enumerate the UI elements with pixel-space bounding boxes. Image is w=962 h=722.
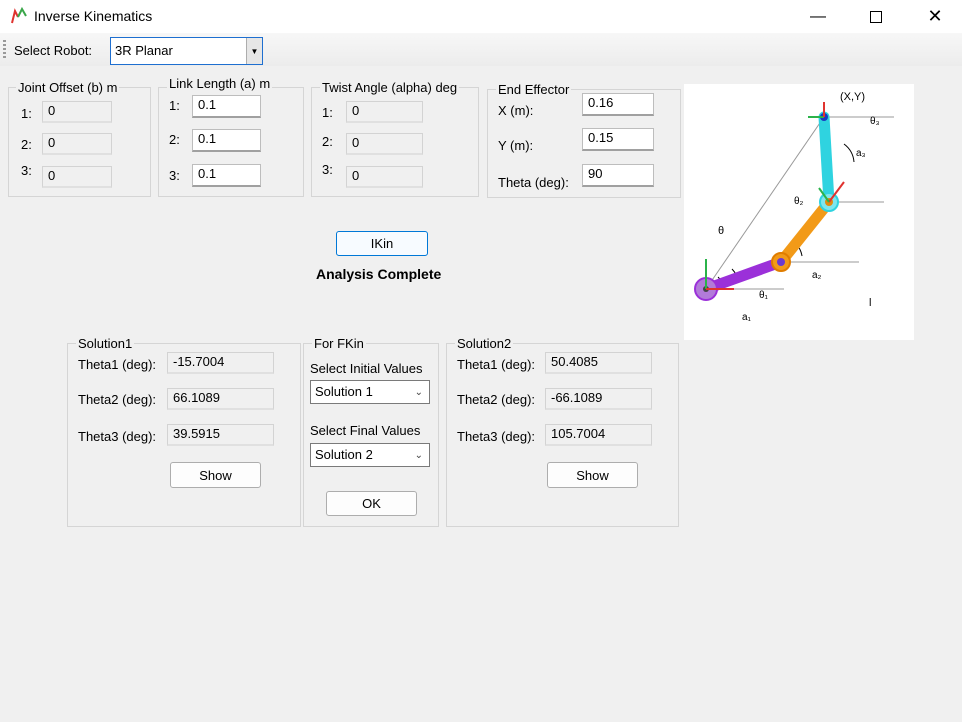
twist-angle-index-2: 2: <box>322 134 333 149</box>
chevron-down-icon[interactable]: ▼ <box>246 38 262 64</box>
end-effector-y-label: Y (m): <box>498 138 534 153</box>
select-robot-label: Select Robot: <box>14 43 93 58</box>
joint-offset-index-1: 1: <box>21 106 32 121</box>
robot-select[interactable]: 3R Planar ▼ <box>110 37 263 65</box>
a3-label: a₃ <box>856 148 866 159</box>
analysis-status: Analysis Complete <box>316 266 442 282</box>
minimize-button[interactable]: — <box>795 0 841 33</box>
twist-angle-field-3: 0 <box>346 166 423 188</box>
twist-angle-field-2: 0 <box>346 133 423 155</box>
minimize-icon: — <box>810 7 826 25</box>
solution2-theta1-field: 50.4085 <box>545 352 652 374</box>
twist-angle-index-3: 3: <box>322 162 333 177</box>
link-length-input-3[interactable]: 0.1 <box>192 164 261 187</box>
link-length-index-2: 2: <box>169 132 180 147</box>
xy-label: (X,Y) <box>840 91 865 103</box>
solution1-show-button[interactable]: Show <box>170 462 261 488</box>
end-effector-y-input[interactable]: 0.15 <box>582 128 654 151</box>
solution2-theta2-label: Theta2 (deg): <box>457 392 536 407</box>
theta-label: θ <box>718 225 724 237</box>
joint-2-pin <box>777 258 785 266</box>
solution2-theta2-field: -66.1089 <box>545 388 652 410</box>
app-icon <box>11 7 27 24</box>
theta3-label: θ₃ <box>870 116 880 127</box>
fkin-ok-button[interactable]: OK <box>326 491 417 516</box>
link-length-index-1: 1: <box>169 98 180 113</box>
twist-angle-index-1: 1: <box>322 105 333 120</box>
fkin-initial-select[interactable]: Solution 1 ⌄ <box>310 380 430 404</box>
solution2-theta3-field: 105.7004 <box>545 424 652 446</box>
end-effector-title: End Effector <box>496 82 572 97</box>
solution2-theta1-label: Theta1 (deg): <box>457 357 536 372</box>
solution2-show-button[interactable]: Show <box>547 462 638 488</box>
joint-offset-field-3: 0 <box>42 166 112 188</box>
fkin-final-value: Solution 2 <box>315 447 373 462</box>
maximize-icon <box>870 10 882 23</box>
window-title: Inverse Kinematics <box>34 8 153 24</box>
robot-diagram: (X,Y) θ θ₁ θ₂ θ₃ a₁ a₂ a₃ l <box>684 84 914 340</box>
close-button[interactable]: ✕ <box>912 0 958 33</box>
joint-offset-field-1: 0 <box>42 101 112 123</box>
ikin-button[interactable]: IKin <box>336 231 428 256</box>
joint-offset-title: Joint Offset (b) m <box>16 80 120 95</box>
robot-select-value: 3R Planar <box>115 43 173 58</box>
a2-label: a₂ <box>812 270 822 281</box>
toolbar-grip[interactable] <box>3 40 6 58</box>
fkin-title: For FKin <box>312 336 366 351</box>
solution2-theta3-label: Theta3 (deg): <box>457 429 536 444</box>
chevron-down-icon: ⌄ <box>414 450 423 461</box>
twist-angle-title: Twist Angle (alpha) deg <box>320 80 460 95</box>
link3 <box>818 111 835 208</box>
joint-offset-field-2: 0 <box>42 133 112 155</box>
solution1-theta1-field: -15.7004 <box>167 352 274 374</box>
end-effector-x-input[interactable]: 0.16 <box>582 93 654 116</box>
link-length-title: Link Length (a) m <box>167 76 273 91</box>
solution1-theta2-label: Theta2 (deg): <box>78 392 157 407</box>
solution1-title: Solution1 <box>76 336 135 351</box>
joint-offset-index-2: 2: <box>21 137 32 152</box>
theta1-label: θ₁ <box>759 290 769 301</box>
theta2-label: θ₂ <box>794 196 804 207</box>
l-label: l <box>869 297 871 309</box>
solution1-theta1-label: Theta1 (deg): <box>78 357 157 372</box>
joint-offset-index-3: 3: <box>21 163 32 178</box>
end-effector-theta-label: Theta (deg): <box>498 175 569 190</box>
fkin-final-label: Select Final Values <box>310 423 421 438</box>
end-effector-x-label: X (m): <box>498 103 534 118</box>
fkin-final-select[interactable]: Solution 2 ⌄ <box>310 443 430 467</box>
solution1-theta2-field: 66.1089 <box>167 388 274 410</box>
fkin-initial-label: Select Initial Values <box>310 361 423 376</box>
link-length-input-1[interactable]: 0.1 <box>192 95 261 118</box>
solution2-title: Solution2 <box>455 336 514 351</box>
maximize-button[interactable] <box>853 0 899 33</box>
twist-angle-field-1: 0 <box>346 101 423 123</box>
chevron-down-icon: ⌄ <box>414 387 423 398</box>
end-effector-theta-input[interactable]: 90 <box>582 164 654 187</box>
a1-label: a₁ <box>742 312 752 323</box>
close-icon: ✕ <box>927 6 943 26</box>
solution1-theta3-label: Theta3 (deg): <box>78 429 157 444</box>
link-length-index-3: 3: <box>169 168 180 183</box>
solution1-theta3-field: 39.5915 <box>167 424 274 446</box>
fkin-initial-value: Solution 1 <box>315 384 373 399</box>
link-length-input-2[interactable]: 0.1 <box>192 129 261 152</box>
